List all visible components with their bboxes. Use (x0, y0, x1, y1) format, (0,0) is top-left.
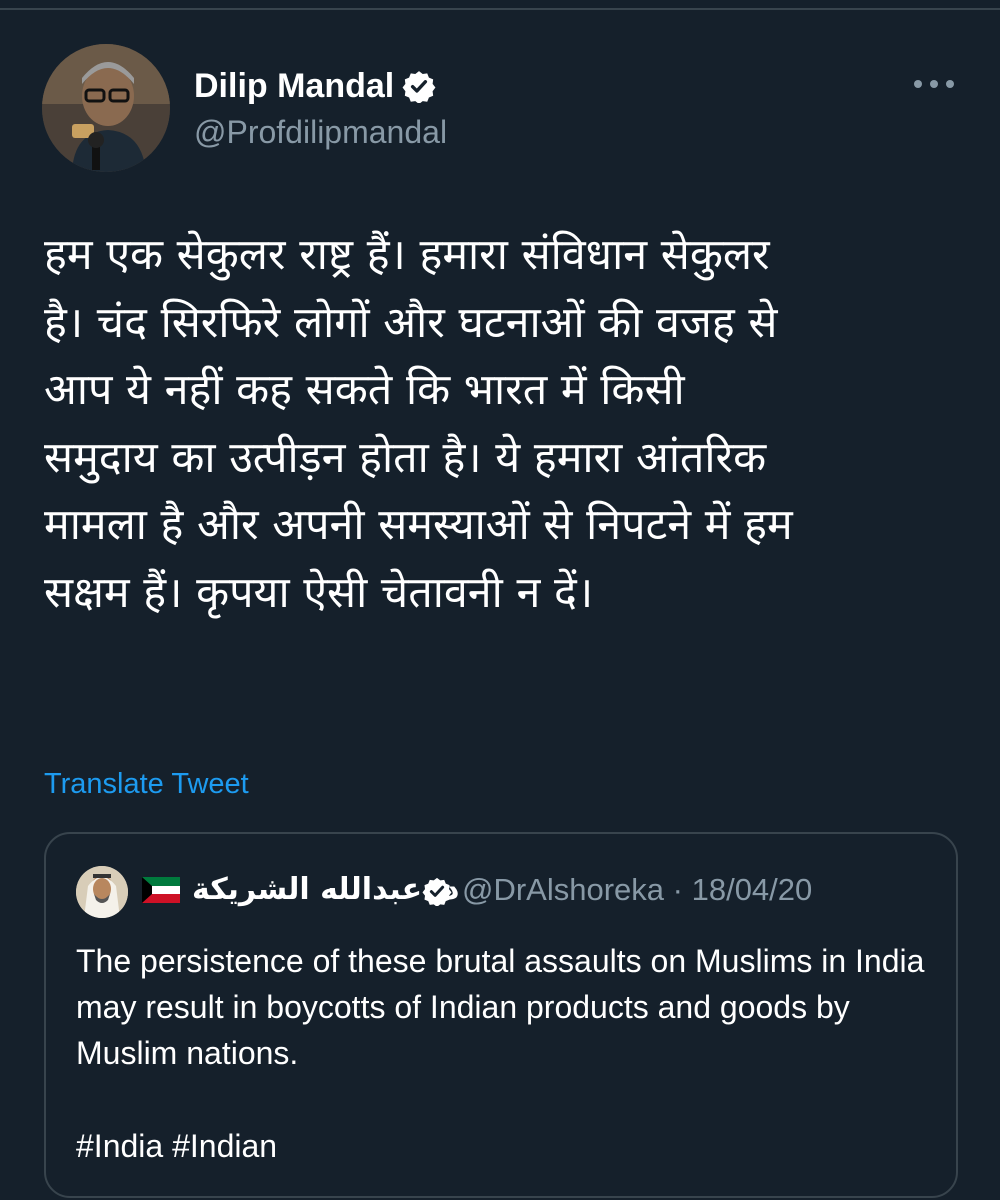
dot (946, 80, 954, 88)
meta-separator: · (664, 872, 692, 907)
quoted-avatar-photo-icon (76, 866, 128, 918)
quoted-verified-badge-icon (422, 877, 452, 906)
author-display-name[interactable]: Dilip Mandal (194, 66, 394, 106)
quoted-meta: @DrAlshoreka · 18/04/20 (462, 870, 812, 910)
quoted-date[interactable]: 18/04/20 (692, 872, 813, 907)
quoted-handle[interactable]: @DrAlshoreka (462, 872, 664, 907)
tweet: Dilip Mandal @Profdilipmandal हम एक सेकु… (0, 0, 1000, 1200)
translate-tweet-link[interactable]: Translate Tweet (44, 764, 249, 804)
kuwait-flag-icon (142, 877, 180, 903)
quoted-tweet-card[interactable]: د. عبدالله الشريكة @DrAlshoreka · 18/04/… (44, 832, 958, 1198)
verified-badge-icon (402, 71, 436, 103)
more-options-icon[interactable] (914, 74, 954, 94)
author-handle[interactable]: @Profdilipmandal (194, 112, 447, 152)
tweet-text: हम एक सेकुलर राष्ट्र हैं। हमारा संविधान … (44, 230, 793, 618)
quoted-avatar[interactable] (76, 866, 128, 918)
quoted-display-name[interactable]: د. عبدالله الشريكة (192, 870, 459, 910)
author-display-name-row[interactable]: Dilip Mandal (194, 66, 436, 106)
avatar-photo-icon (42, 44, 170, 172)
quoted-hashtags[interactable]: #India #Indian (76, 1126, 277, 1166)
avatar[interactable] (42, 44, 170, 172)
dot (914, 80, 922, 88)
quoted-tweet-text: The persistence of these brutal assaults… (76, 943, 925, 1071)
dot (930, 80, 938, 88)
